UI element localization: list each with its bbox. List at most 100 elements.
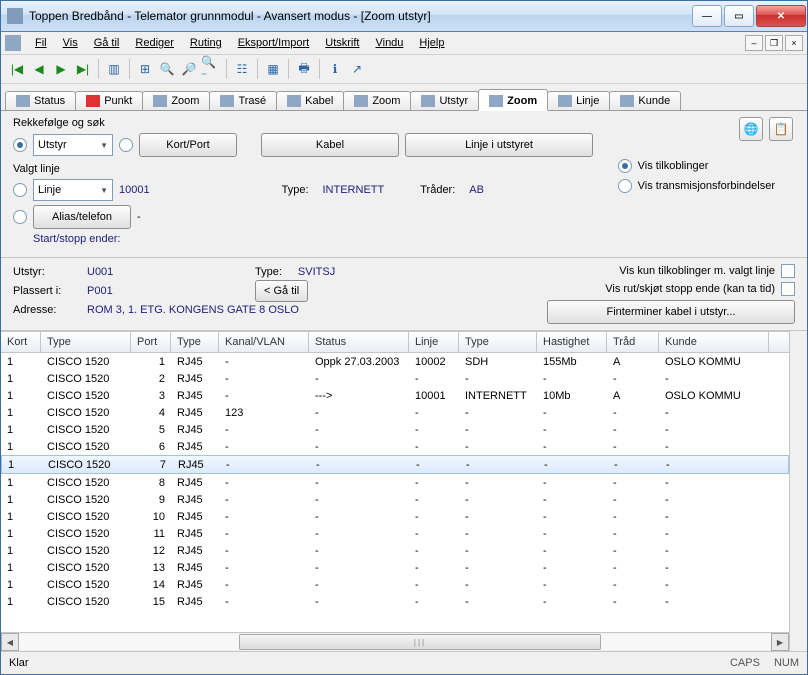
tab-zoom-1[interactable]: Zoom (142, 91, 210, 110)
chk-valgtlinje[interactable] (781, 264, 795, 278)
table-row[interactable]: 1CISCO 15209RJ45------- (1, 491, 789, 508)
btn-kortport[interactable]: Kort/Port (139, 133, 237, 157)
radio-linje[interactable] (13, 183, 27, 197)
col-port[interactable]: Port (131, 332, 171, 352)
col-status[interactable]: Status (309, 332, 409, 352)
menu-vindu[interactable]: Vindu (367, 35, 411, 51)
table-row[interactable]: 1CISCO 15201RJ45-Oppk 27.03.200310002SDH… (1, 353, 789, 370)
cell: - (219, 511, 309, 523)
col-hastighet[interactable]: Hastighet (537, 332, 607, 352)
zoom-reset-icon[interactable]: 🔍⁻ (201, 59, 221, 79)
menu-utskrift[interactable]: Utskrift (317, 35, 367, 51)
radio-alias[interactable] (13, 210, 27, 224)
tab-utstyr[interactable]: Utstyr (410, 91, 479, 110)
mdi-restore[interactable]: ❐ (765, 35, 783, 51)
close-button[interactable]: ✕ (756, 5, 806, 27)
dropdown-linje[interactable]: Linje▼ (33, 179, 113, 201)
nav-prev-icon[interactable]: ◀ (29, 59, 49, 79)
table-row[interactable]: 1CISCO 15203RJ45---->10001INTERNETT10MbA… (1, 387, 789, 404)
table-row[interactable]: 1CISCO 152013RJ45------- (1, 559, 789, 576)
menu-gatil[interactable]: Gå til (86, 35, 128, 51)
col-linje[interactable]: Linje (409, 332, 459, 352)
cell: - (659, 477, 769, 489)
maximize-button[interactable]: ▭ (724, 5, 754, 27)
cell: CISCO 1520 (41, 494, 131, 506)
table-row[interactable]: 1CISCO 15208RJ45------- (1, 474, 789, 491)
col-type[interactable]: Type (41, 332, 131, 352)
cell: - (219, 596, 309, 608)
globe-button[interactable]: 🌐 (739, 117, 763, 141)
tab-kabel[interactable]: Kabel (276, 91, 344, 110)
menu-eksport[interactable]: Eksport/Import (230, 35, 318, 51)
table-row[interactable]: 1CISCO 152011RJ45------- (1, 525, 789, 542)
tool-icon-1[interactable]: ▥ (104, 59, 124, 79)
print-icon[interactable]: 🖶 (294, 59, 314, 79)
menu-rediger[interactable]: Rediger (127, 35, 182, 51)
scroll-thumb[interactable]: ||| (239, 634, 601, 650)
col-kort[interactable]: Kort (1, 332, 41, 352)
titlebar[interactable]: Toppen Bredbånd - Telemator grunnmodul -… (1, 1, 807, 32)
mdi-minimize[interactable]: – (745, 35, 763, 51)
table-body[interactable]: 1CISCO 15201RJ45-Oppk 27.03.200310002SDH… (1, 353, 789, 632)
tab-punkt[interactable]: Punkt (75, 91, 143, 110)
table-row[interactable]: 1CISCO 152015RJ45------- (1, 593, 789, 610)
table-row[interactable]: 1CISCO 15206RJ45------- (1, 438, 789, 455)
h-scrollbar[interactable]: ◀ ||| ▶ (1, 632, 789, 651)
tab-trase[interactable]: Trasé (209, 91, 277, 110)
radio-utstyr[interactable] (13, 138, 27, 152)
col-kunde[interactable]: Kunde (659, 332, 769, 352)
tool-icon-3[interactable]: ☷ (232, 59, 252, 79)
tab-linje[interactable]: Linje (547, 91, 610, 110)
tool-icon-5[interactable]: ↗ (347, 59, 367, 79)
cell: - (409, 545, 459, 557)
zoom-tool-icon[interactable]: 🔎 (179, 59, 199, 79)
v-scrollbar[interactable] (789, 331, 807, 651)
zoom-in-icon[interactable]: 🔍 (157, 59, 177, 79)
menu-vis[interactable]: Vis (55, 35, 86, 51)
menu-ruting[interactable]: Ruting (182, 35, 230, 51)
btn-gaatil[interactable]: < Gå til (255, 280, 308, 302)
btn-finterminer[interactable]: Finterminer kabel i utstyr... (547, 300, 795, 324)
chk-rutskjot[interactable] (781, 282, 795, 296)
tool-icon-4[interactable]: ▦ (263, 59, 283, 79)
mdi-close[interactable]: × (785, 35, 803, 51)
table-row[interactable]: 1CISCO 152010RJ45------- (1, 508, 789, 525)
table-row[interactable]: 1CISCO 15207RJ45------- (1, 455, 789, 474)
btn-linje-utstyr[interactable]: Linje i utstyret (405, 133, 593, 157)
cell: CISCO 1520 (41, 477, 131, 489)
zoom-icon (354, 95, 368, 107)
cell: - (659, 562, 769, 574)
table-row[interactable]: 1CISCO 15204RJ45123------ (1, 404, 789, 421)
clipboard-button[interactable]: 📋 (769, 117, 793, 141)
tab-zoom-2[interactable]: Zoom (343, 91, 411, 110)
scroll-right-icon[interactable]: ▶ (771, 633, 789, 651)
tab-status[interactable]: Status (5, 91, 76, 110)
dropdown-utstyr[interactable]: Utstyr▼ (33, 134, 113, 156)
radio-vis-transmisjon[interactable] (618, 179, 632, 193)
cell: RJ45 (171, 407, 219, 419)
nav-first-icon[interactable]: |◀ (7, 59, 27, 79)
col-ptype[interactable]: Type (171, 332, 219, 352)
radio-vis-tilkoblinger[interactable] (618, 159, 632, 173)
col-ltype[interactable]: Type (459, 332, 537, 352)
minimize-button[interactable]: — (692, 5, 722, 27)
scroll-left-icon[interactable]: ◀ (1, 633, 19, 651)
tool-icon-2[interactable]: ⊞ (135, 59, 155, 79)
btn-kabel[interactable]: Kabel (261, 133, 399, 157)
radio-kortport[interactable] (119, 138, 133, 152)
table-row[interactable]: 1CISCO 15205RJ45------- (1, 421, 789, 438)
col-trad[interactable]: Tråd (607, 332, 659, 352)
table-row[interactable]: 1CISCO 152014RJ45------- (1, 576, 789, 593)
table-row[interactable]: 1CISCO 15202RJ45------- (1, 370, 789, 387)
nav-last-icon[interactable]: ▶| (73, 59, 93, 79)
cell: - (219, 579, 309, 591)
help-icon[interactable]: ℹ (325, 59, 345, 79)
nav-next-icon[interactable]: ▶ (51, 59, 71, 79)
col-kanal[interactable]: Kanal/VLAN (219, 332, 309, 352)
menu-hjelp[interactable]: Hjelp (411, 35, 452, 51)
tab-zoom-active[interactable]: Zoom (478, 89, 548, 111)
menu-fil[interactable]: Fil (27, 35, 55, 51)
btn-alias[interactable]: Alias/telefon (33, 205, 131, 229)
tab-kunde[interactable]: Kunde (609, 91, 681, 110)
table-row[interactable]: 1CISCO 152012RJ45------- (1, 542, 789, 559)
